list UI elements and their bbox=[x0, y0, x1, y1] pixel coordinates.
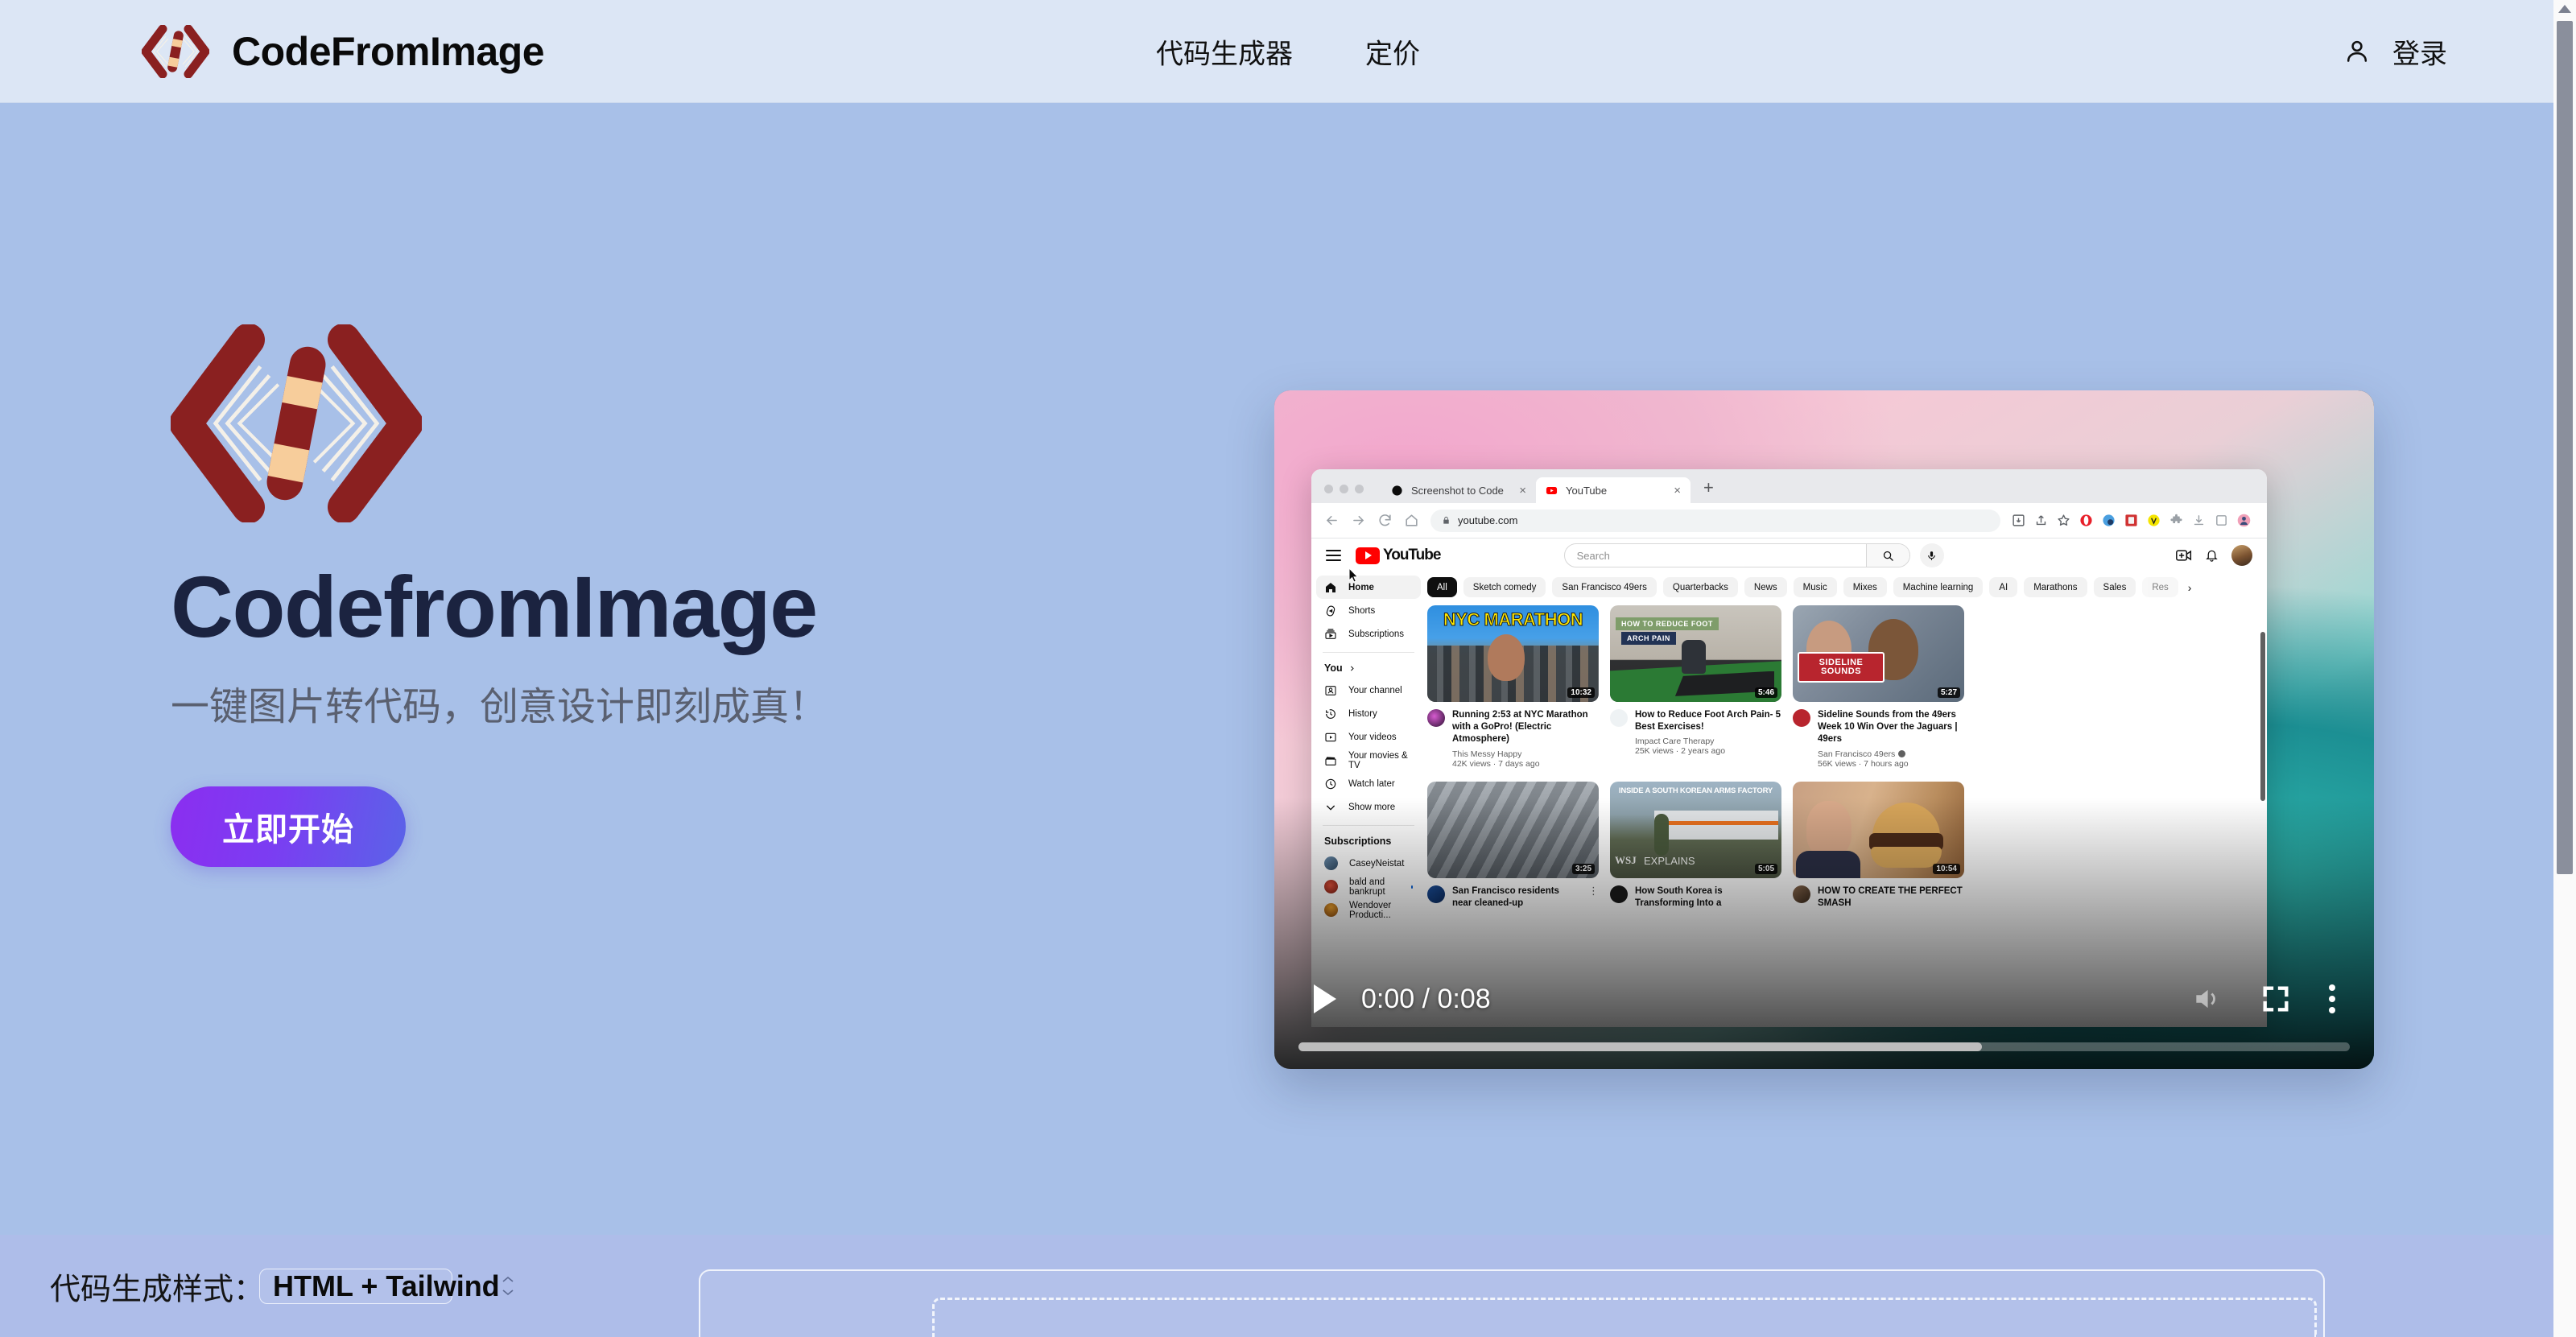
code-brackets-pencil-logo bbox=[142, 24, 209, 78]
page-scrollbar[interactable] bbox=[2553, 0, 2576, 1337]
chevron-up-down-icon bbox=[500, 1275, 516, 1297]
chevron-up-icon bbox=[502, 1276, 514, 1282]
video-player-controls: 0:00 / 0:08 bbox=[1274, 972, 2374, 1069]
kebab-menu-icon[interactable] bbox=[2329, 984, 2335, 1013]
time-display: 0:00 / 0:08 bbox=[1361, 983, 1491, 1014]
fullscreen-icon[interactable] bbox=[2260, 983, 2292, 1015]
demo-video-player[interactable]: Screenshot to Code × YouTube × + bbox=[1274, 390, 2374, 1069]
site-header: CodeFromImage 代码生成器 定价 登录 bbox=[0, 0, 2576, 103]
video-gradient-overlay bbox=[1274, 390, 2374, 1069]
mouse-cursor-icon bbox=[1348, 567, 1359, 583]
hero-copy: CodefromImage 一键图片转代码，创意设计即刻成真！ 立即开始 bbox=[171, 324, 1121, 867]
get-started-button[interactable]: 立即开始 bbox=[171, 786, 406, 867]
progress-bar[interactable] bbox=[1298, 1042, 2350, 1051]
player-right-controls bbox=[2190, 983, 2350, 1015]
nav-pricing[interactable]: 定价 bbox=[1365, 31, 1420, 71]
progress-buffered bbox=[1298, 1042, 1982, 1051]
brand-name: CodeFromImage bbox=[232, 28, 545, 74]
hero-subtitle: 一键图片转代码，创意设计即刻成真！ bbox=[171, 686, 828, 729]
code-style-label: 代码生成样式： bbox=[50, 1273, 265, 1306]
chevron-down-icon bbox=[502, 1290, 514, 1296]
scrollbar-thumb[interactable] bbox=[2557, 21, 2573, 874]
hero-code-brackets-pencil-logo bbox=[171, 324, 422, 522]
user-icon bbox=[2347, 40, 2368, 62]
code-style-value: HTML + Tailwind bbox=[273, 1269, 500, 1302]
scroll-up-arrow-icon[interactable] bbox=[2558, 5, 2571, 13]
brand[interactable]: CodeFromImage bbox=[142, 24, 545, 78]
login-label: 登录 bbox=[2392, 39, 2447, 69]
nav-code-generator[interactable]: 代码生成器 bbox=[1156, 31, 1293, 71]
code-style-select[interactable]: HTML + Tailwind bbox=[259, 1268, 514, 1304]
login-button[interactable]: 登录 bbox=[2343, 31, 2447, 71]
page-title: CodefromImage bbox=[171, 558, 818, 655]
hero-section: CodefromImage 一键图片转代码，创意设计即刻成真！ 立即开始 Scr… bbox=[0, 103, 2576, 1235]
player-controls-row: 0:00 / 0:08 bbox=[1298, 977, 2350, 1021]
volume-muted-icon[interactable] bbox=[2190, 984, 2223, 1014]
play-icon[interactable] bbox=[1311, 983, 1339, 1015]
image-dropzone[interactable] bbox=[932, 1298, 2317, 1337]
bottom-toolbar: 代码生成样式： HTML + Tailwind bbox=[0, 1235, 2576, 1337]
main-nav: 代码生成器 定价 bbox=[1156, 31, 1420, 71]
